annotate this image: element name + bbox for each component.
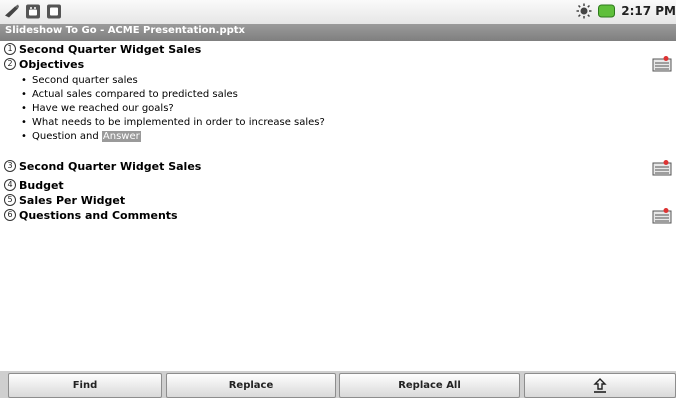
slide-title: Second Quarter Widget Sales <box>19 159 202 173</box>
find-button[interactable]: Find <box>8 373 162 398</box>
bullet-item: Have we reached our goals? <box>21 102 325 116</box>
brightness-icon <box>576 3 592 19</box>
bullet-item: What needs to be implemented in order to… <box>21 116 325 130</box>
slide-item-5[interactable]: 5 Sales Per Widget <box>0 192 125 208</box>
slide-title: Sales Per Widget <box>19 193 126 207</box>
slide-item-6[interactable]: 6 Questions and Comments <box>0 207 178 223</box>
slide-notes-icon[interactable] <box>652 55 672 72</box>
slide-item-3[interactable]: 3 Second Quarter Widget Sales <box>0 158 201 174</box>
slide-number: 3 <box>4 160 16 172</box>
status-bar: 2:17 PM <box>0 0 676 24</box>
slide-number: 1 <box>4 43 16 55</box>
notification-icons <box>4 3 62 20</box>
slide-2-bullets: Second quarter sales Actual sales compar… <box>21 74 325 144</box>
find-replace-toolbar: Find Replace Replace All <box>0 371 676 398</box>
battery-icon <box>598 4 616 18</box>
search-highlight: Answer <box>101 131 141 142</box>
slide-number: 6 <box>4 209 16 221</box>
android-icon <box>26 4 40 19</box>
slide-number: 2 <box>4 58 16 70</box>
slide-item-2[interactable]: 2 Objectives <box>0 56 84 72</box>
slide-title: Objectives <box>19 57 85 71</box>
usb-debug-icon <box>5 4 19 18</box>
slide-number: 4 <box>4 179 16 191</box>
slide-notes-icon[interactable] <box>652 159 672 176</box>
window-title: Slideshow To Go - ACME Presentation.pptx <box>5 25 246 36</box>
replace-button[interactable]: Replace <box>166 373 336 398</box>
replace-all-button[interactable]: Replace All <box>339 373 520 398</box>
slide-title: Questions and Comments <box>19 208 178 222</box>
slide-item-1[interactable]: 1 Second Quarter Widget Sales <box>0 41 201 57</box>
title-bar: Slideshow To Go - ACME Presentation.pptx <box>0 24 676 41</box>
bullet-item: Second quarter sales <box>21 74 325 88</box>
slide-title: Second Quarter Widget Sales <box>19 42 202 56</box>
bullet-item: Actual sales compared to predicted sales <box>21 88 325 102</box>
slide-number: 5 <box>4 194 16 206</box>
upload-icon <box>593 377 607 393</box>
share-button[interactable] <box>524 373 676 398</box>
clock: 2:17 PM <box>621 4 676 18</box>
slide-title: Budget <box>19 178 64 192</box>
bullet-item: Question and Answer <box>21 130 325 144</box>
slide-notes-icon[interactable] <box>652 207 672 224</box>
slide-item-4[interactable]: 4 Budget <box>0 177 64 193</box>
download-icon <box>47 4 61 19</box>
status-right: 2:17 PM <box>576 3 676 19</box>
